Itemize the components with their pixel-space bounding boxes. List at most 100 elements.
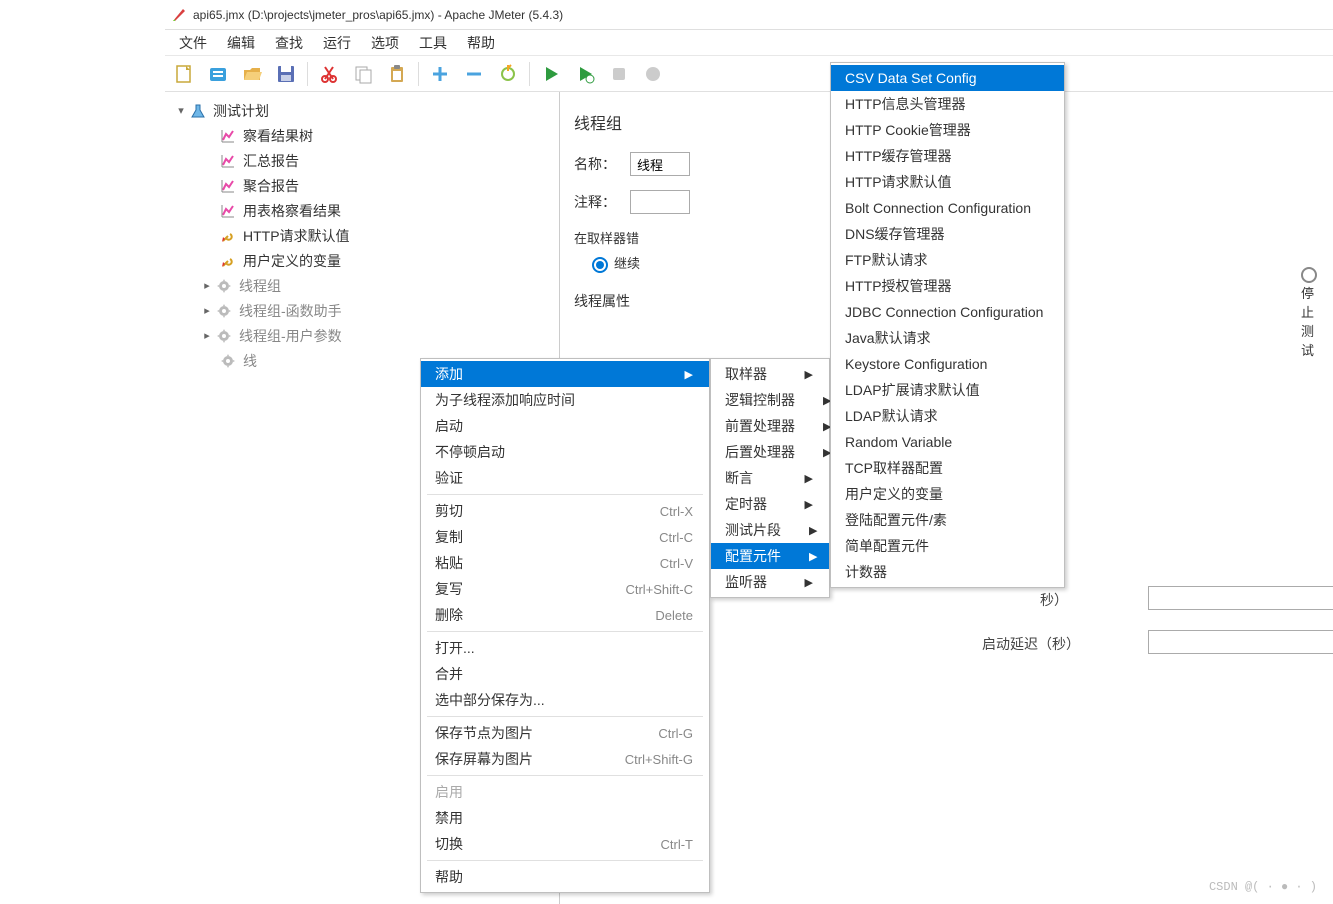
ctx-disable[interactable]: 禁用 — [421, 805, 709, 831]
expand-icon[interactable]: ▸ — [201, 305, 213, 317]
startup-delay-field[interactable] — [1148, 630, 1333, 654]
separator — [529, 62, 530, 86]
cut-icon[interactable] — [314, 59, 344, 89]
config-element-item[interactable]: FTP默认请求 — [831, 247, 1064, 273]
config-element-item[interactable]: LDAP扩展请求默认值 — [831, 377, 1064, 403]
ctx-start-no-pause[interactable]: 不停顿启动 — [421, 439, 709, 465]
menu-item-label: HTTP授权管理器 — [845, 276, 952, 296]
gear-icon — [219, 352, 237, 370]
ctx-start[interactable]: 启动 — [421, 413, 709, 439]
config-element-item[interactable]: HTTP Cookie管理器 — [831, 117, 1064, 143]
collapse-icon[interactable] — [459, 59, 489, 89]
tree-item-label: 线程组 — [239, 276, 281, 296]
ctx-cut[interactable]: 剪切Ctrl-X — [421, 498, 709, 524]
tool-bar — [165, 56, 1333, 92]
comment-field[interactable] — [630, 190, 690, 214]
radio-continue[interactable]: 继续 — [592, 253, 640, 273]
menu-item-label: HTTP请求默认值 — [845, 172, 952, 192]
start-icon[interactable] — [536, 59, 566, 89]
config-element-item[interactable]: 简单配置元件 — [831, 533, 1064, 559]
ctx-save-selection[interactable]: 选中部分保存为... — [421, 687, 709, 713]
sub-postproc[interactable]: 后置处理器▶ — [711, 439, 829, 465]
tree-item[interactable]: HTTP请求默认值 — [167, 223, 557, 248]
ctx-duplicate[interactable]: 复写Ctrl+Shift-C — [421, 576, 709, 602]
ctx-copy[interactable]: 复制Ctrl-C — [421, 524, 709, 550]
config-element-item[interactable]: 计数器 — [831, 559, 1064, 585]
ctx-help[interactable]: 帮助 — [421, 864, 709, 890]
ctx-save-node-img[interactable]: 保存节点为图片Ctrl-G — [421, 720, 709, 746]
save-icon[interactable] — [271, 59, 301, 89]
config-element-item[interactable]: HTTP缓存管理器 — [831, 143, 1064, 169]
sub-listener[interactable]: 监听器▶ — [711, 569, 829, 595]
config-element-item[interactable]: 用户定义的变量 — [831, 481, 1064, 507]
config-element-item[interactable]: Bolt Connection Configuration — [831, 195, 1064, 221]
ctx-enable[interactable]: 启用 — [421, 779, 709, 805]
start-no-timers-icon[interactable] — [570, 59, 600, 89]
shutdown-icon[interactable] — [638, 59, 668, 89]
expand-icon[interactable]: ▸ — [201, 280, 213, 292]
config-element-item[interactable]: Random Variable — [831, 429, 1064, 455]
new-icon[interactable] — [169, 59, 199, 89]
ctx-merge[interactable]: 合并 — [421, 661, 709, 687]
sub-preproc[interactable]: 前置处理器▶ — [711, 413, 829, 439]
sub-config[interactable]: 配置元件▶ — [711, 543, 829, 569]
config-element-item[interactable]: LDAP默认请求 — [831, 403, 1064, 429]
tree-item[interactable]: 察看结果树 — [167, 123, 557, 148]
menu-item-label: HTTP缓存管理器 — [845, 146, 952, 166]
tree-item[interactable]: 聚合报告 — [167, 173, 557, 198]
tree-item[interactable]: ▸线程组-用户参数 — [167, 323, 557, 348]
templates-icon[interactable] — [203, 59, 233, 89]
config-element-item[interactable]: DNS缓存管理器 — [831, 221, 1064, 247]
tree-item[interactable]: ▸线程组-函数助手 — [167, 298, 557, 323]
config-element-item[interactable]: 登陆配置元件/素 — [831, 507, 1064, 533]
tree-item[interactable]: 用户定义的变量 — [167, 248, 557, 273]
radio-stop-test[interactable]: 停止测试 — [1301, 266, 1323, 359]
menu-tools[interactable]: 工具 — [409, 30, 457, 56]
gear-icon — [215, 327, 233, 345]
menu-help[interactable]: 帮助 — [457, 30, 505, 56]
stop-icon[interactable] — [604, 59, 634, 89]
config-element-item[interactable]: CSV Data Set Config — [831, 65, 1064, 91]
config-element-item[interactable]: Java默认请求 — [831, 325, 1064, 351]
name-field[interactable] — [630, 152, 690, 176]
config-element-item[interactable]: JDBC Connection Configuration — [831, 299, 1064, 325]
ctx-save-screen-img[interactable]: 保存屏幕为图片Ctrl+Shift-G — [421, 746, 709, 772]
copy-icon[interactable] — [348, 59, 378, 89]
tree-item[interactable]: ▸ 线程组 — [167, 273, 557, 298]
tree-item[interactable]: 汇总报告 — [167, 148, 557, 173]
ctx-add[interactable]: 添加▶ — [421, 361, 709, 387]
toggle-icon[interactable] — [493, 59, 523, 89]
startup-delay-label: 启动延迟（秒） — [982, 634, 1080, 654]
config-element-item[interactable]: HTTP信息头管理器 — [831, 91, 1064, 117]
expand-icon[interactable]: ▸ — [201, 330, 213, 342]
tree-item-label: 线 — [243, 351, 257, 371]
menu-run[interactable]: 运行 — [313, 30, 361, 56]
duration-field[interactable] — [1148, 586, 1333, 610]
config-element-item[interactable]: TCP取样器配置 — [831, 455, 1064, 481]
ctx-delete[interactable]: 删除Delete — [421, 602, 709, 628]
expand-icon[interactable]: ▾ — [175, 105, 187, 117]
open-icon[interactable] — [237, 59, 267, 89]
menu-search[interactable]: 查找 — [265, 30, 313, 56]
config-element-item[interactable]: HTTP请求默认值 — [831, 169, 1064, 195]
ctx-toggle[interactable]: 切换Ctrl-T — [421, 831, 709, 857]
ctx-add-response-time[interactable]: 为子线程添加响应时间 — [421, 387, 709, 413]
sub-sampler[interactable]: 取样器▶ — [711, 361, 829, 387]
chart-icon — [219, 177, 237, 195]
ctx-validate[interactable]: 验证 — [421, 465, 709, 491]
sub-assertion[interactable]: 断言▶ — [711, 465, 829, 491]
paste-icon[interactable] — [382, 59, 412, 89]
ctx-paste[interactable]: 粘贴Ctrl-V — [421, 550, 709, 576]
expand-icon[interactable] — [425, 59, 455, 89]
menu-edit[interactable]: 编辑 — [217, 30, 265, 56]
sub-logic[interactable]: 逻辑控制器▶ — [711, 387, 829, 413]
config-element-item[interactable]: HTTP授权管理器 — [831, 273, 1064, 299]
tree-item[interactable]: 用表格察看结果 — [167, 198, 557, 223]
config-element-item[interactable]: Keystore Configuration — [831, 351, 1064, 377]
menu-options[interactable]: 选项 — [361, 30, 409, 56]
menu-file[interactable]: 文件 — [169, 30, 217, 56]
ctx-open[interactable]: 打开... — [421, 635, 709, 661]
sub-timer[interactable]: 定时器▶ — [711, 491, 829, 517]
tree-root[interactable]: ▾ 测试计划 — [167, 98, 557, 123]
sub-testfrag[interactable]: 测试片段▶ — [711, 517, 829, 543]
